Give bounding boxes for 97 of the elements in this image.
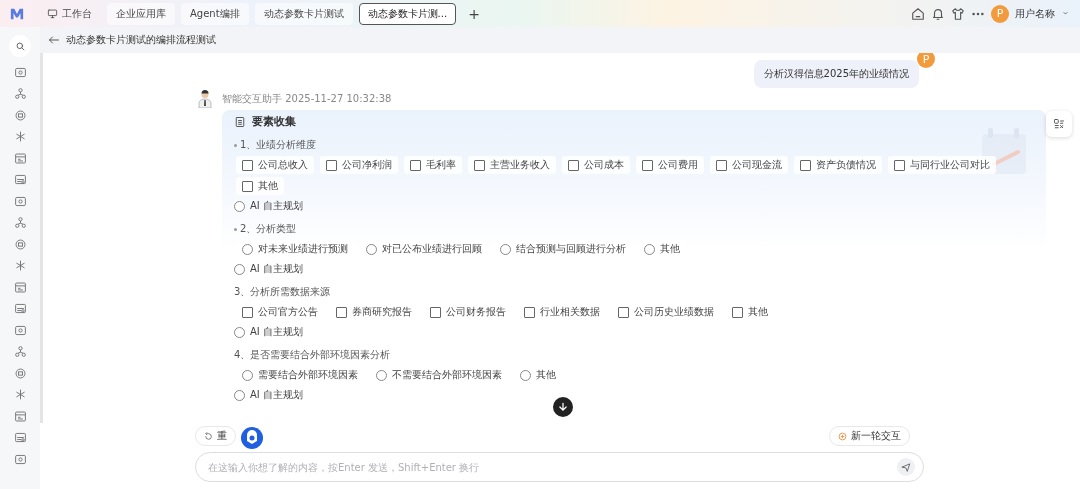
option-label[interactable]: 其他 <box>748 305 768 319</box>
menu-icon[interactable] <box>13 388 27 401</box>
clipboard-icon <box>234 115 246 128</box>
radio-button[interactable] <box>234 263 245 275</box>
page-title: 动态参数卡片测试的编排流程测试 <box>66 33 216 47</box>
menu-icon[interactable] <box>13 173 27 186</box>
radio-button[interactable] <box>500 243 511 255</box>
menu-icon[interactable] <box>13 409 27 423</box>
logo-icon[interactable] <box>10 6 24 21</box>
shirt-icon <box>951 6 965 21</box>
bell-icon <box>931 6 945 21</box>
option-label[interactable]: 行业相关数据 <box>540 305 600 319</box>
assistant-float-icon[interactable] <box>240 426 264 450</box>
menu-icon[interactable] <box>13 65 27 79</box>
tab[interactable]: 企业应用库 <box>107 2 175 25</box>
checkbox[interactable] <box>894 159 905 171</box>
checkbox[interactable] <box>242 159 253 171</box>
card-title: 要素收集 <box>252 114 296 129</box>
checkbox[interactable] <box>568 159 579 171</box>
radio-button[interactable] <box>242 243 253 255</box>
menu-icon[interactable] <box>13 216 27 229</box>
menu-icon[interactable] <box>13 237 27 251</box>
scroll-down-button[interactable] <box>553 397 573 417</box>
send-button[interactable] <box>897 458 915 476</box>
menu-icon[interactable] <box>13 280 27 294</box>
monitor-icon <box>47 8 58 19</box>
checkbox[interactable] <box>242 180 253 192</box>
option-label[interactable]: AI 自主规划 <box>250 199 303 213</box>
caret-icon <box>1061 9 1070 18</box>
radio-button[interactable] <box>242 369 253 381</box>
menu-icon[interactable] <box>13 431 27 444</box>
checkbox[interactable] <box>410 159 421 171</box>
refresh-icon <box>204 431 213 441</box>
option-label[interactable]: 对已公布业绩进行回顾 <box>382 242 482 256</box>
radio-button[interactable] <box>644 243 655 255</box>
panel-icon <box>1053 118 1065 130</box>
option-label[interactable]: 公司官方公告 <box>258 305 318 319</box>
menu-icon[interactable] <box>13 108 27 122</box>
message-meta: 智能交互助手 2025-11-27 10:32:38 <box>222 92 393 106</box>
question-title: 3、分析所需数据来源 <box>234 285 331 299</box>
radio-button[interactable] <box>234 389 245 401</box>
menu-icon[interactable] <box>13 151 27 165</box>
checkbox[interactable] <box>618 306 629 318</box>
user-name[interactable]: 用户名称 <box>1015 6 1055 21</box>
back-arrow-icon <box>48 34 60 46</box>
checkbox[interactable] <box>474 159 485 171</box>
tab[interactable]: 动态参数卡片测试 <box>254 2 353 25</box>
assistant-avatar <box>198 90 212 108</box>
menu-icon[interactable] <box>13 302 27 315</box>
option-label[interactable]: AI 自主规划 <box>250 388 303 402</box>
question-title: 1、业绩分析维度 <box>240 138 317 152</box>
menu-icon[interactable] <box>13 194 27 208</box>
user-avatar: P <box>917 53 935 68</box>
menu-icon[interactable] <box>13 452 27 466</box>
side-panel-button[interactable] <box>1046 111 1072 137</box>
menu-icon[interactable] <box>13 323 27 337</box>
question-title: 4、是否需要结合外部环境因素分析 <box>234 348 391 362</box>
menu-icon[interactable] <box>13 130 27 143</box>
message-input[interactable]: 在这输入你想了解的内容，按Enter 发送，Shift+Enter 换行 <box>206 460 897 474</box>
tab[interactable]: Agent编排 <box>181 2 249 25</box>
home-icon <box>911 6 925 21</box>
radio-button[interactable] <box>234 326 245 338</box>
option-label[interactable]: AI 自主规划 <box>250 325 303 339</box>
checkbox[interactable] <box>242 306 253 318</box>
menu-icon[interactable] <box>13 87 27 100</box>
checkbox[interactable] <box>642 159 653 171</box>
menu-icon[interactable] <box>13 259 27 272</box>
add-tab-button[interactable]: + <box>462 5 486 22</box>
menu-icon[interactable] <box>13 366 27 380</box>
user-message: 分析汉得信息2025年的业绩情况 <box>753 60 919 88</box>
retry-button[interactable]: 重 <box>195 426 236 446</box>
search-button[interactable] <box>9 35 31 57</box>
checkbox[interactable] <box>716 159 727 171</box>
checkbox[interactable] <box>524 306 535 318</box>
radio-button[interactable] <box>234 200 245 212</box>
radio-button[interactable] <box>366 243 377 255</box>
arrow-down-icon <box>558 402 568 412</box>
new-round-button[interactable]: 新一轮交互 <box>829 426 910 446</box>
question-title: 2、分析类型 <box>240 222 297 236</box>
option-label[interactable]: 券商研究报告 <box>352 305 412 319</box>
checkbox[interactable] <box>430 306 441 318</box>
radio-button[interactable] <box>376 369 387 381</box>
checkbox[interactable] <box>336 306 347 318</box>
option-label[interactable]: 其他 <box>536 368 556 382</box>
option-label[interactable]: 其他 <box>660 242 680 256</box>
option-label[interactable]: AI 自主规划 <box>250 262 303 276</box>
option-label[interactable]: 公司财务报告 <box>446 305 506 319</box>
checkbox[interactable] <box>800 159 811 171</box>
radio-button[interactable] <box>520 369 531 381</box>
tab[interactable]: 动态参数卡片测... <box>358 2 457 25</box>
tab[interactable]: 工作台 <box>38 2 101 25</box>
checkbox[interactable] <box>326 159 337 171</box>
search-icon <box>14 40 26 52</box>
option-label[interactable]: 公司历史业绩数据 <box>634 305 714 319</box>
send-icon <box>901 462 911 472</box>
menu-icon[interactable] <box>13 345 27 358</box>
checkbox[interactable] <box>732 306 743 318</box>
